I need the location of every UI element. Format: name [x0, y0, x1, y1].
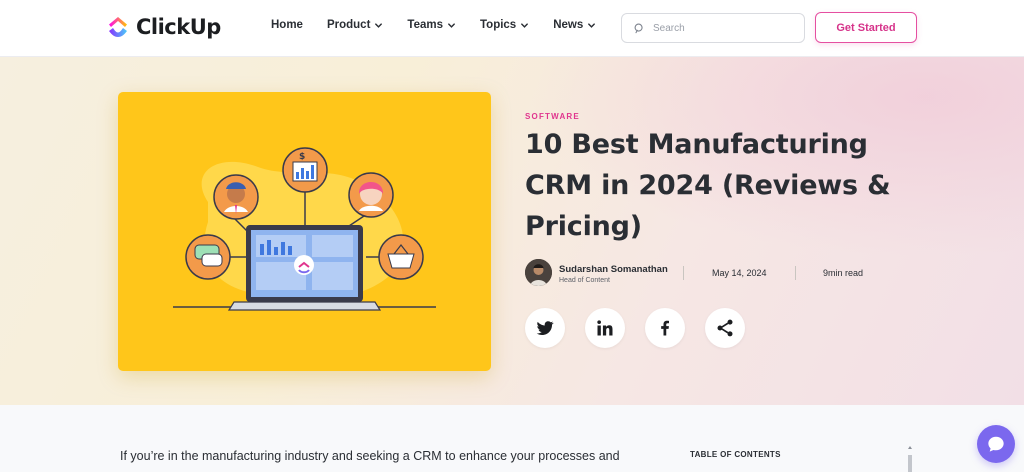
menu-item-product[interactable]: Product	[327, 19, 383, 31]
article-hero: $ SOFTWARE 10 Best Manufacturing CRM in …	[0, 57, 1024, 405]
article-intro: If you’re in the manufacturing industry …	[120, 449, 620, 463]
brand-name: ClickUp	[136, 15, 221, 39]
share-icon	[717, 319, 733, 337]
get-started-button[interactable]: Get Started	[815, 12, 917, 43]
twitter-icon	[536, 321, 554, 335]
share-linkedin-button[interactable]	[585, 308, 625, 348]
search-icon	[634, 23, 643, 33]
menu-item-label: Home	[271, 19, 303, 31]
publish-date: May 14, 2024	[712, 268, 767, 278]
search-box[interactable]	[621, 13, 805, 43]
facebook-icon	[661, 320, 669, 336]
toc-scrollbar[interactable]	[907, 445, 913, 472]
article-title: 10 Best Manufacturing CRM in 2024 (Revie…	[525, 129, 891, 242]
share-link-button[interactable]	[705, 308, 745, 348]
meta-divider	[683, 266, 684, 280]
menu-item-home[interactable]: Home	[271, 19, 303, 31]
chevron-down-icon	[588, 22, 596, 28]
share-facebook-button[interactable]	[645, 308, 685, 348]
meta-divider	[795, 266, 796, 280]
author-role: Head of Content	[559, 277, 610, 284]
menu-item-topics[interactable]: Topics	[480, 19, 529, 31]
article-category[interactable]: SOFTWARE	[525, 112, 580, 121]
author-name[interactable]: Sudarshan Somanathan	[559, 264, 668, 275]
share-buttons	[525, 308, 745, 348]
chevron-down-icon	[521, 22, 529, 28]
menu-item-label: News	[553, 19, 584, 31]
chat-bubble-icon	[988, 436, 1004, 452]
main-menu: Home Product Teams Topics News	[271, 19, 620, 31]
clickup-logo-icon	[109, 17, 127, 37]
crm-illustration-icon: $	[173, 147, 436, 311]
read-time: 9min read	[823, 268, 864, 278]
linkedin-icon	[597, 320, 613, 336]
menu-item-label: Teams	[407, 19, 443, 31]
chevron-down-icon	[448, 22, 455, 28]
search-input[interactable]	[653, 22, 783, 34]
menu-item-label: Topics	[480, 19, 517, 31]
article-meta: Sudarshan Somanathan Head of Content May…	[525, 259, 905, 287]
svg-text:$: $	[299, 152, 305, 162]
article-body: If you’re in the manufacturing industry …	[0, 405, 1024, 472]
share-twitter-button[interactable]	[525, 308, 565, 348]
top-navbar: ClickUp Home Product Teams Topics News G…	[0, 0, 1024, 57]
menu-item-news[interactable]: News	[553, 19, 596, 31]
hero-illustration: $	[118, 92, 491, 371]
menu-item-label: Product	[326, 19, 371, 31]
author-avatar[interactable]	[525, 259, 552, 286]
person-icon	[525, 259, 552, 286]
chat-widget-button[interactable]	[977, 425, 1015, 463]
table-of-contents-heading: TABLE OF CONTENTS	[690, 450, 781, 459]
chevron-down-icon	[375, 22, 383, 28]
menu-item-teams[interactable]: Teams	[407, 19, 456, 31]
clickup-logo[interactable]: ClickUp	[106, 12, 221, 42]
